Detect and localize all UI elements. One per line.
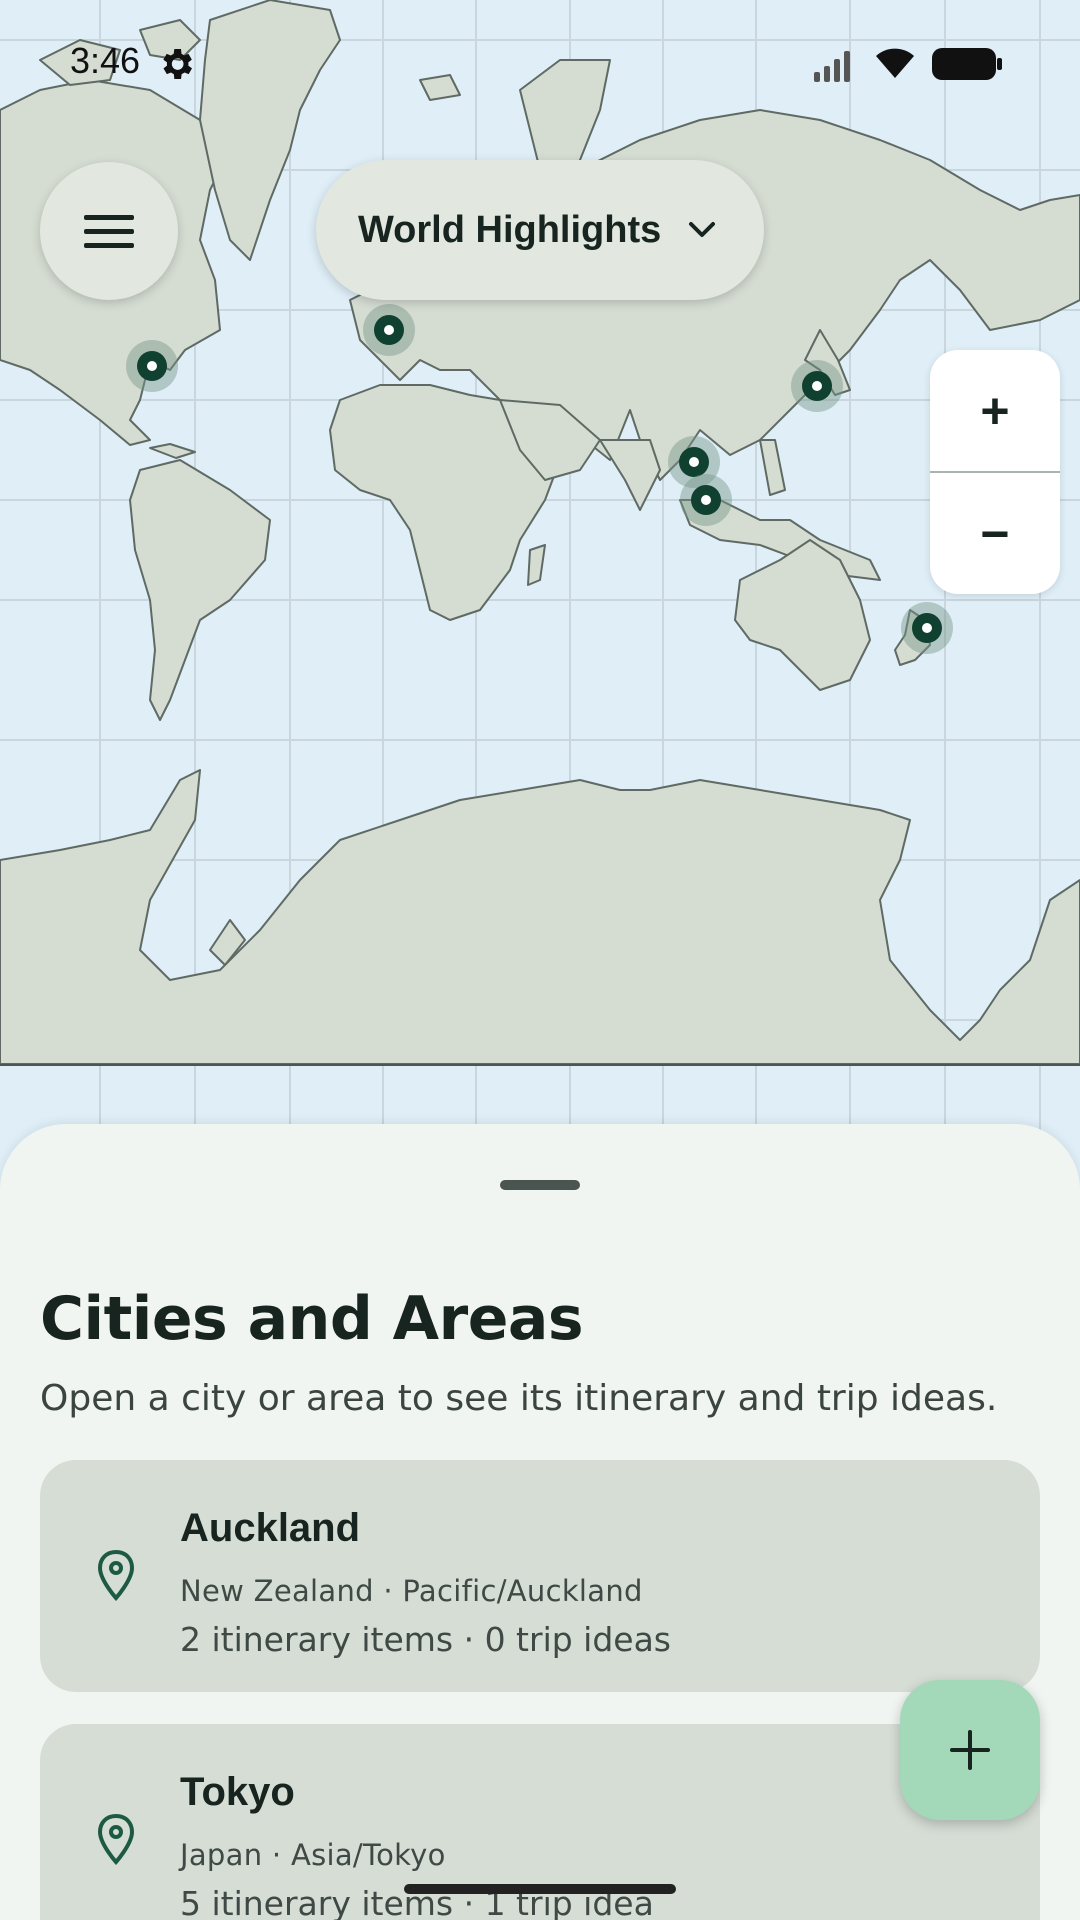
city-meta: Japan · Asia/Tokyo [180,1838,446,1872]
city-card-auckland[interactable]: Auckland New Zealand · Pacific/Auckland … [40,1460,1040,1692]
plus-icon [950,1730,990,1770]
zoom-controls: + − [930,350,1060,594]
location-pin-icon [97,1813,135,1866]
battery-icon [932,48,1002,80]
zoom-out-button[interactable]: − [930,473,1060,594]
map-pin[interactable] [680,474,732,526]
wifi-icon [876,48,914,78]
location-pin-icon [97,1549,135,1602]
settings-gear-icon [163,49,192,79]
chevron-down-icon [689,222,716,237]
sheet-subtitle: Open a city or area to see its itinerary… [40,1378,998,1419]
signal-icon [814,51,850,82]
gesture-nav-bar[interactable] [404,1884,676,1894]
map-edge-line [0,1064,1080,1066]
status-time: 3:46 [70,40,141,81]
map-selector-button[interactable]: World Highlights [316,160,764,300]
city-counts: 2 itinerary items · 0 trip ideas [180,1620,672,1659]
sheet-title: Cities and Areas [40,1284,584,1354]
city-name: Auckland [180,1506,361,1550]
map-pin[interactable] [901,602,953,654]
zoom-in-button[interactable]: + [930,350,1060,471]
map-pin[interactable] [126,340,178,392]
menu-icon [84,215,134,248]
map-pin[interactable] [791,360,843,412]
map-title: World Highlights [358,208,662,251]
city-meta: New Zealand · Pacific/Auckland [180,1574,643,1608]
add-city-button[interactable] [900,1680,1040,1820]
status-bar: 3:46 [0,0,1080,128]
city-name: Tokyo [180,1770,295,1814]
menu-button[interactable] [40,162,178,300]
map-pin[interactable] [363,304,415,356]
sheet-drag-handle[interactable] [500,1180,580,1190]
